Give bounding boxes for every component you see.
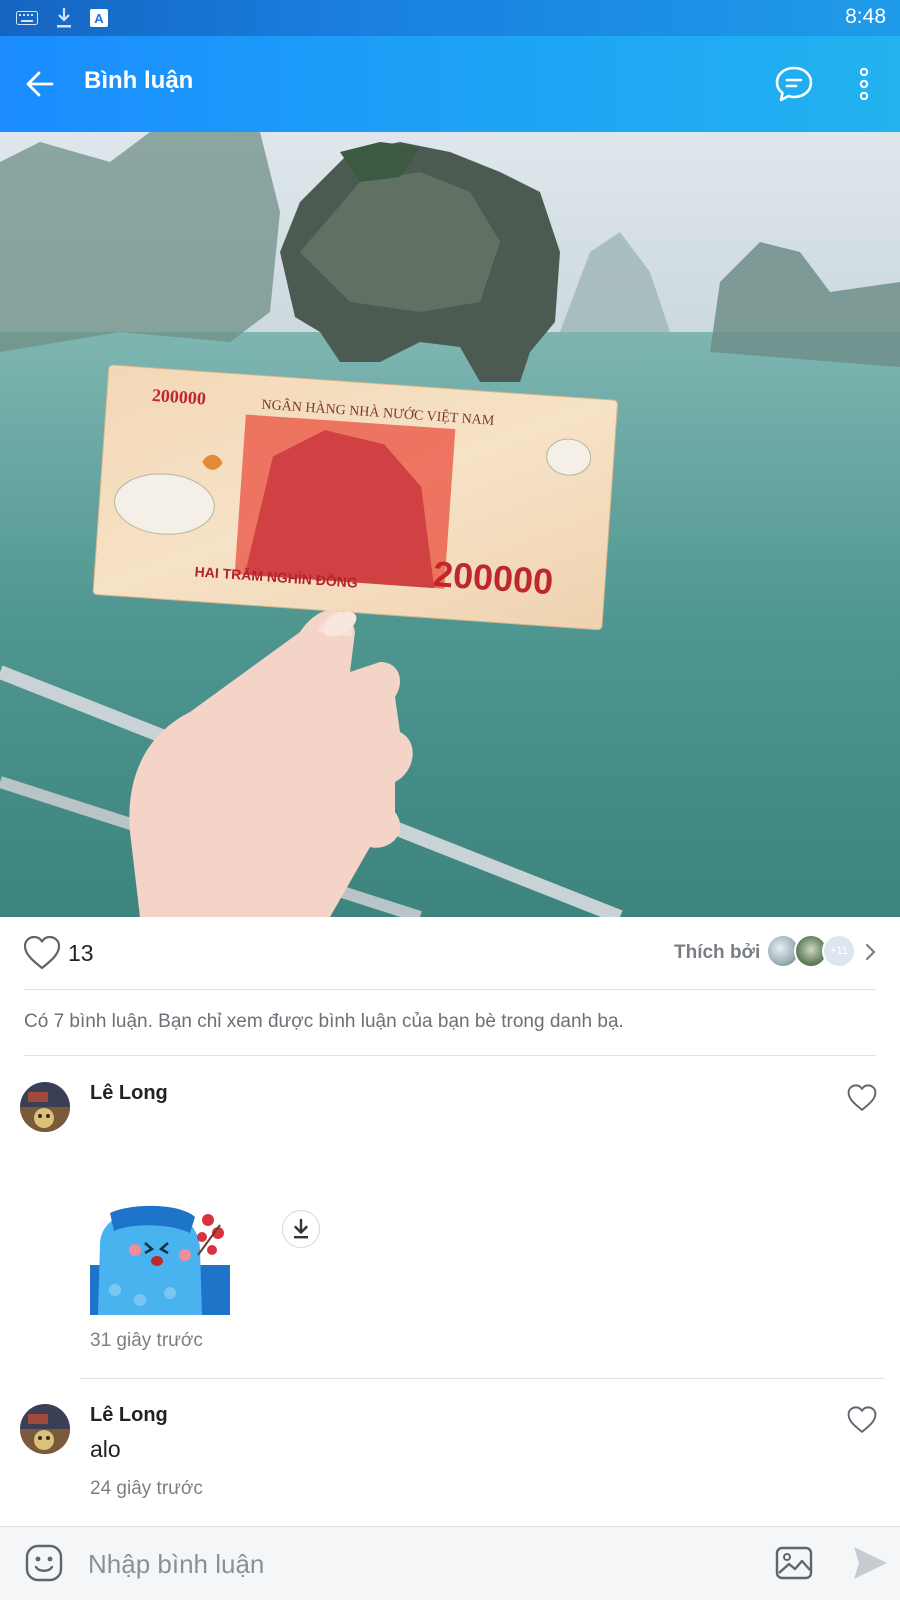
liker-more-count: +11 xyxy=(822,934,856,968)
comment-input[interactable] xyxy=(86,1541,726,1587)
divider xyxy=(80,1378,885,1379)
more-options-button[interactable] xyxy=(846,62,882,106)
svg-text:A: A xyxy=(94,11,104,26)
divider xyxy=(24,989,876,990)
comment-time: 24 giây trước xyxy=(90,1478,203,1499)
comment-author[interactable]: Lê Long xyxy=(90,1082,168,1105)
halong-bay-banknote-image: 200000 NGÂN HÀNG NHÀ NƯỚC VIỆT NAM HAI T… xyxy=(0,132,900,917)
comment-author[interactable]: Lê Long xyxy=(90,1404,168,1427)
heart-icon xyxy=(847,1084,877,1111)
download-icon xyxy=(294,1218,308,1239)
status-icons: A xyxy=(16,6,108,30)
comment-item: Lê Long alo 24 giây trước xyxy=(0,1402,900,1512)
attach-image-button[interactable] xyxy=(774,1543,814,1583)
avatar[interactable] xyxy=(20,1404,70,1454)
back-arrow-icon xyxy=(26,71,54,97)
translate-icon: A xyxy=(90,9,108,27)
banknote-top-value: 200000 xyxy=(151,385,206,409)
smiley-icon xyxy=(25,1544,63,1582)
send-button[interactable] xyxy=(850,1543,890,1583)
status-bar: A 8:48 xyxy=(0,0,900,36)
keyboard-icon xyxy=(16,11,38,25)
chevron-right-icon[interactable] xyxy=(862,940,878,964)
post-photo[interactable]: 200000 NGÂN HÀNG NHÀ NƯỚC VIỆT NAM HAI T… xyxy=(0,132,900,917)
comment-time: 31 giây trước xyxy=(90,1330,203,1351)
chat-button[interactable] xyxy=(772,62,816,106)
page-title: Bình luận xyxy=(84,67,194,94)
status-time: 8:48 xyxy=(845,5,886,28)
heart-icon xyxy=(847,1406,877,1433)
app-bar: Bình luận xyxy=(0,36,900,132)
avatar[interactable] xyxy=(20,1082,70,1132)
emoji-button[interactable] xyxy=(24,1543,64,1583)
like-button[interactable] xyxy=(22,934,62,972)
more-vert-icon xyxy=(859,67,869,101)
image-icon xyxy=(775,1546,813,1580)
likes-row: 13 Thích bởi +11 xyxy=(0,918,900,990)
heart-icon xyxy=(23,935,61,970)
download-sticker-button[interactable] xyxy=(282,1210,320,1248)
liker-avatars[interactable]: +11 xyxy=(766,934,858,970)
comment-text: alo xyxy=(90,1436,121,1462)
download-icon xyxy=(54,6,74,30)
chat-bubble-icon xyxy=(775,66,813,102)
like-count: 13 xyxy=(68,940,94,966)
comment-item: Lê Long 31 giây trước xyxy=(0,1080,900,1380)
banknote-bottom-value: 200000 xyxy=(432,553,555,602)
comment-like-button[interactable] xyxy=(846,1083,878,1113)
send-icon xyxy=(854,1547,887,1579)
comment-input-bar xyxy=(0,1526,900,1600)
comment-like-button[interactable] xyxy=(846,1405,878,1435)
sticker-image[interactable] xyxy=(90,1205,230,1315)
back-button[interactable] xyxy=(20,64,60,104)
comment-notice: Có 7 bình luận. Bạn chỉ xem được bình lu… xyxy=(24,1011,624,1032)
liked-by-label[interactable]: Thích bởi xyxy=(674,942,760,964)
divider xyxy=(24,1055,876,1056)
